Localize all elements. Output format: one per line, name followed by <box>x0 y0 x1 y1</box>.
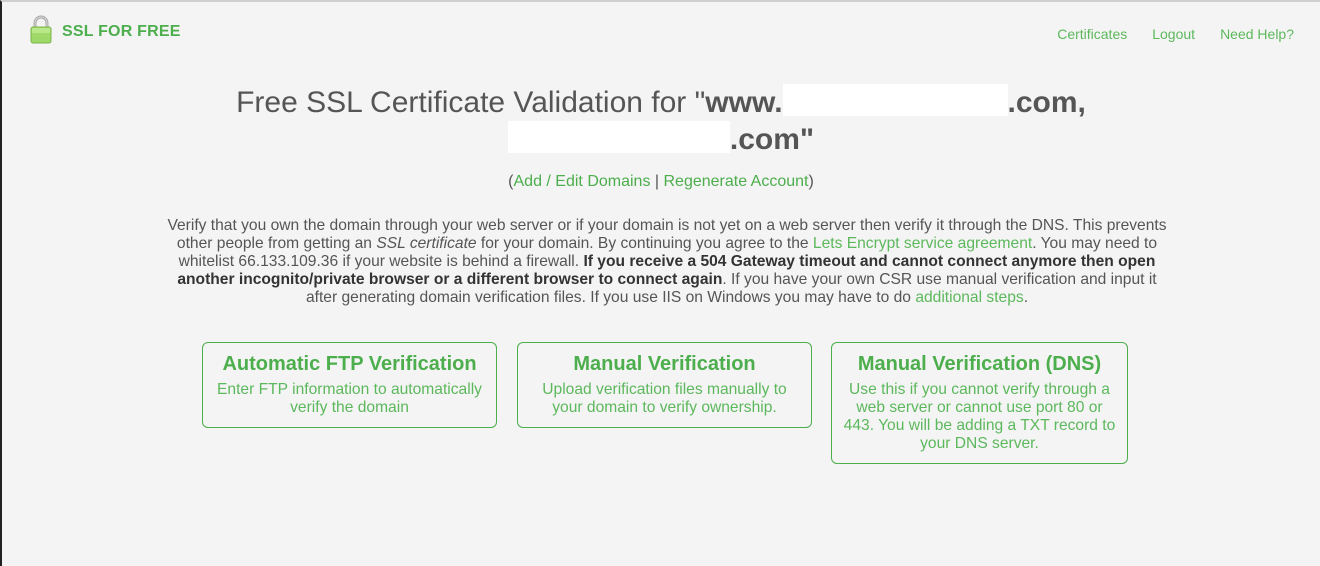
option-description: Upload verification files manually to yo… <box>542 381 787 416</box>
title-domain2-end: .com" <box>729 123 815 156</box>
nav-need-help[interactable]: Need Help? <box>1220 26 1294 42</box>
page-title: Free SSL Certificate Validation for "www… <box>2 84 1320 158</box>
option-title: Automatic FTP Verification <box>222 353 477 375</box>
desc-text-2: for your domain. By continuing you agree… <box>476 235 813 252</box>
domain-links: (Add / Edit Domains | Regenerate Account… <box>2 173 1320 191</box>
logo-link[interactable]: SSL FOR FREE <box>30 14 181 44</box>
title-prefix: Free SSL Certificate Validation for " <box>236 86 706 119</box>
nav-certificates[interactable]: Certificates <box>1057 26 1127 42</box>
logo-text: SSL FOR FREE <box>62 23 181 40</box>
desc-text-5: . <box>1023 289 1029 306</box>
option-title: Manual Verification (DNS) <box>857 353 1102 375</box>
title-domain1-start: www. <box>705 86 783 119</box>
option-description: Enter FTP information to automatically v… <box>217 381 482 416</box>
top-nav: Certificates Logout Need Help? <box>1057 26 1294 42</box>
option-title: Manual Verification <box>573 353 756 375</box>
manual-verification-button[interactable]: Manual Verification Upload verification … <box>517 342 812 428</box>
nav-logout[interactable]: Logout <box>1152 26 1195 42</box>
paren-close: ) <box>808 173 814 190</box>
manual-dns-verification-button[interactable]: Manual Verification (DNS) Use this if yo… <box>831 342 1128 464</box>
link-separator: | <box>650 173 664 190</box>
lets-encrypt-agreement-link[interactable]: Lets Encrypt service agreement <box>813 235 1032 252</box>
header: SSL FOR FREE Certificates Logout Need He… <box>2 2 1320 62</box>
automatic-ftp-verification-button[interactable]: Automatic FTP Verification Enter FTP inf… <box>202 342 497 428</box>
regenerate-account-link[interactable]: Regenerate Account <box>664 173 809 190</box>
add-edit-domains-link[interactable]: Add / Edit Domains <box>514 173 651 190</box>
padlock-icon <box>30 14 52 44</box>
title-domain1-end: .com, <box>1007 86 1086 119</box>
desc-ssl-emphasis: SSL certificate <box>376 235 477 252</box>
redacted-domain-2 <box>507 121 730 153</box>
redacted-domain-1 <box>782 84 1008 116</box>
additional-steps-link[interactable]: additional steps <box>915 289 1023 306</box>
option-description: Use this if you cannot verify through a … <box>843 381 1116 452</box>
verification-description: Verify that you own the domain through y… <box>162 217 1172 307</box>
